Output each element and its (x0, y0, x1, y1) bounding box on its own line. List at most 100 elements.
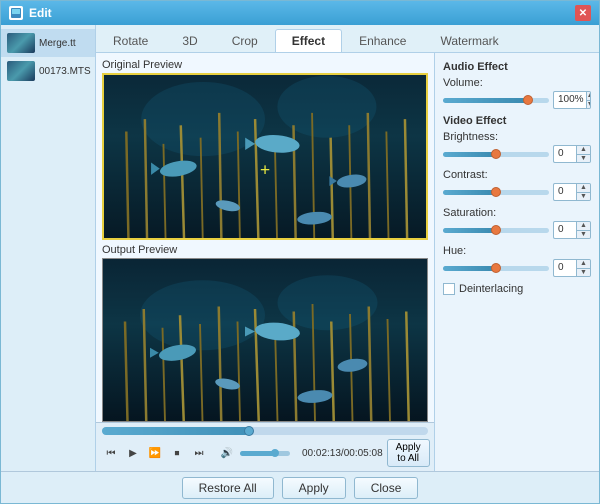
hue-label: Hue: (443, 245, 591, 257)
contrast-spin[interactable]: 0 ▲ ▼ (553, 183, 591, 201)
brightness-spin-arrows[interactable]: ▲ ▼ (576, 146, 590, 162)
volume-spin-arrows[interactable]: ▲ ▼ (586, 92, 591, 108)
volume-spin[interactable]: 100% ▲ ▼ (553, 91, 591, 109)
time-display: 00:02:13/00:05:08 (302, 448, 383, 459)
brightness-spin[interactable]: 0 ▲ ▼ (553, 145, 591, 163)
original-video-bg: + (104, 75, 426, 238)
tab-effect[interactable]: Effect (275, 29, 342, 52)
saturation-spin-arrows[interactable]: ▲ ▼ (576, 222, 590, 238)
contrast-slider-track[interactable] (443, 190, 549, 195)
video-section-title: Video Effect (443, 115, 591, 127)
bottom-bar: Restore All Apply Close (1, 471, 599, 503)
volume-thumb (271, 449, 279, 457)
contrast-slider-thumb (491, 187, 501, 197)
volume-slider-thumb (523, 95, 533, 105)
deinterlacing-label: Deinterlacing (459, 283, 523, 295)
brightness-spin-down[interactable]: ▼ (577, 155, 590, 163)
brightness-slider-track[interactable] (443, 152, 549, 157)
saturation-slider-fill (443, 228, 496, 233)
progress-bar[interactable] (102, 427, 428, 435)
editor-area: Original Preview (96, 53, 599, 471)
svg-text:+: + (260, 160, 270, 180)
close-window-button[interactable]: ✕ (575, 5, 591, 21)
brightness-spin-value: 0 (554, 146, 576, 162)
contrast-slider-row: 0 ▲ ▼ (443, 183, 591, 201)
deinterlacing-checkbox[interactable] (443, 283, 455, 295)
audio-section-title: Audio Effect (443, 61, 591, 73)
apply-button[interactable]: Apply (282, 477, 346, 499)
volume-icon[interactable]: 🔊 (218, 444, 236, 462)
volume-fill (240, 451, 275, 456)
window-title: Edit (29, 6, 52, 20)
progress-thumb (244, 426, 254, 436)
hue-spin-arrows[interactable]: ▲ ▼ (576, 260, 590, 276)
brightness-slider-fill (443, 152, 496, 157)
contrast-spin-value: 0 (554, 184, 576, 200)
volume-row: 🔊 (218, 444, 290, 462)
tab-bar: Rotate 3D Crop Effect Enhance Watermark (96, 25, 599, 53)
volume-bar[interactable] (240, 451, 290, 456)
hue-spin-up[interactable]: ▲ (577, 260, 590, 269)
output-preview (102, 258, 428, 423)
volume-spin-value: 100% (554, 92, 586, 108)
original-preview: + (102, 73, 428, 240)
brightness-spin-up[interactable]: ▲ (577, 146, 590, 155)
original-preview-label: Original Preview (102, 59, 428, 71)
saturation-spin[interactable]: 0 ▲ ▼ (553, 221, 591, 239)
brightness-slider-thumb (491, 149, 501, 159)
close-button[interactable]: Close (354, 477, 419, 499)
sidebar-item-merge[interactable]: Merge.tt (1, 29, 95, 57)
controls-row: ⏮ ▶ ⏩ ⏹ ⏭ 🔊 (102, 439, 428, 467)
playback-area: ⏮ ▶ ⏩ ⏹ ⏭ 🔊 (96, 422, 434, 471)
sidebar-item-mts[interactable]: 00173.MTS (1, 57, 95, 85)
sidebar: Merge.tt 00173.MTS (1, 25, 96, 471)
brightness-slider-row: 0 ▲ ▼ (443, 145, 591, 163)
volume-slider-row: 100% ▲ ▼ (443, 91, 591, 109)
output-video-bg (103, 259, 427, 422)
skip-start-button[interactable]: ⏮ (102, 444, 120, 462)
contrast-spin-up[interactable]: ▲ (577, 184, 590, 193)
sidebar-item-merge-label: Merge.tt (39, 38, 76, 49)
contrast-label: Contrast: (443, 169, 591, 181)
sidebar-thumb-merge (7, 33, 35, 53)
hue-spin[interactable]: 0 ▲ ▼ (553, 259, 591, 277)
volume-spin-down[interactable]: ▼ (587, 101, 591, 109)
brightness-label: Brightness: (443, 131, 591, 143)
volume-slider-fill (443, 98, 528, 103)
tab-crop[interactable]: Crop (215, 29, 275, 52)
play-button[interactable]: ▶ (124, 444, 142, 462)
edit-window: Edit ✕ Merge.tt 00173.MTS (0, 0, 600, 504)
hue-slider-thumb (491, 263, 501, 273)
stop-button[interactable]: ⏹ (168, 444, 186, 462)
main-row: Merge.tt 00173.MTS Rotate 3D Crop Effect (1, 25, 599, 471)
tab-rotate[interactable]: Rotate (96, 29, 165, 52)
saturation-spin-value: 0 (554, 222, 576, 238)
saturation-slider-thumb (491, 225, 501, 235)
volume-slider-track[interactable] (443, 98, 549, 103)
sidebar-item-mts-label: 00173.MTS (39, 66, 91, 77)
contrast-spin-down[interactable]: ▼ (577, 193, 590, 201)
window-icon (9, 6, 23, 20)
saturation-spin-up[interactable]: ▲ (577, 222, 590, 231)
tab-enhance[interactable]: Enhance (342, 29, 423, 52)
skip-end-button[interactable]: ⏭ (190, 444, 208, 462)
tab-watermark[interactable]: Watermark (423, 29, 515, 52)
saturation-label: Saturation: (443, 207, 591, 219)
tab-3d[interactable]: 3D (165, 29, 214, 52)
volume-spin-up[interactable]: ▲ (587, 92, 591, 101)
hue-spin-down[interactable]: ▼ (577, 269, 590, 277)
title-bar: Edit ✕ (1, 1, 599, 25)
hue-spin-value: 0 (554, 260, 576, 276)
fast-forward-button[interactable]: ⏩ (146, 444, 164, 462)
content-area: Merge.tt 00173.MTS Rotate 3D Crop Effect (1, 25, 599, 503)
video-panels: Original Preview (96, 53, 434, 422)
hue-slider-track[interactable] (443, 266, 549, 271)
volume-label: Volume: (443, 77, 591, 89)
saturation-spin-down[interactable]: ▼ (577, 231, 590, 239)
contrast-spin-arrows[interactable]: ▲ ▼ (576, 184, 590, 200)
apply-to-all-button[interactable]: Apply to All (387, 439, 430, 467)
saturation-slider-track[interactable] (443, 228, 549, 233)
restore-all-button[interactable]: Restore All (182, 477, 274, 499)
progress-fill (102, 427, 249, 435)
hue-slider-row: 0 ▲ ▼ (443, 259, 591, 277)
